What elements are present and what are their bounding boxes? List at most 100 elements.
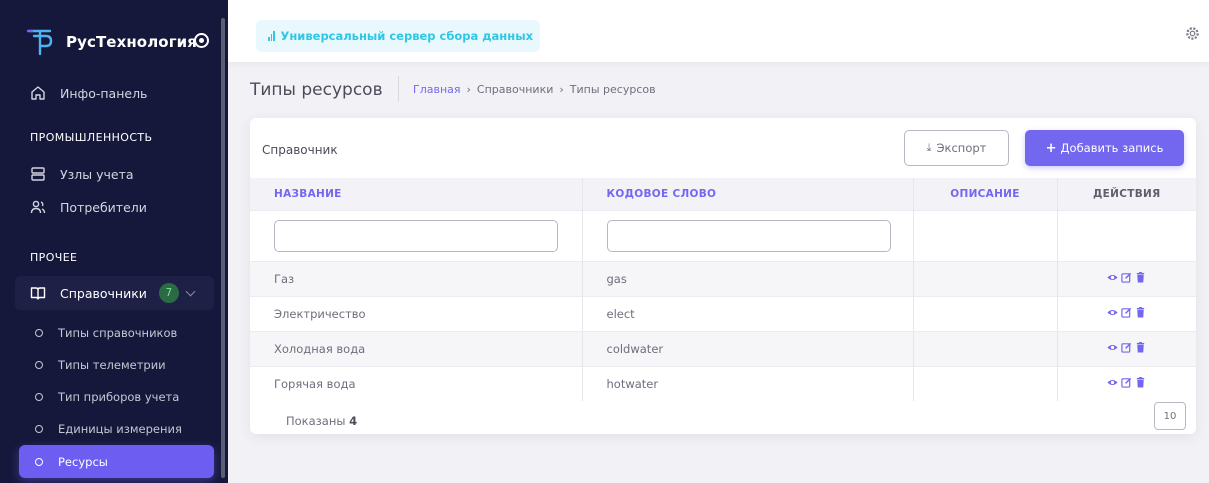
sidebar-subitem-telemetry-types[interactable]: Типы телеметрии <box>24 350 214 380</box>
circle-bullet-icon <box>35 361 43 369</box>
view-icon[interactable] <box>1107 377 1118 388</box>
cell-description <box>913 330 1058 366</box>
cell-actions <box>1057 365 1196 401</box>
sidebar-item-label: Инфо-панель <box>60 85 148 101</box>
bar-chart-icon <box>268 31 275 41</box>
cell-code: gas <box>582 260 914 296</box>
sidebar-subitem-label: Тип приборов учета <box>58 390 180 404</box>
rustech-logo-icon <box>26 29 53 56</box>
column-header-actions: ДЕЙСТВИЯ <box>1057 178 1196 210</box>
cell-name: Газ <box>250 260 583 296</box>
row-actions <box>1107 341 1146 353</box>
edit-icon[interactable] <box>1121 272 1132 283</box>
users-icon <box>30 199 46 215</box>
cell-actions <box>1057 260 1196 296</box>
export-button[interactable]: ⤓ Экспорт <box>904 130 1009 166</box>
circle-bullet-icon <box>35 457 43 466</box>
table-row[interactable]: Электричество elect <box>250 295 1196 331</box>
plus-icon: + <box>1045 140 1057 156</box>
brand-name: РусТехнология <box>66 33 197 51</box>
breadcrumb-separator: › <box>559 82 564 96</box>
name-filter-input[interactable] <box>274 219 558 252</box>
sidebar-subitem-directory-types[interactable]: Типы справочников <box>24 318 214 348</box>
delete-icon[interactable] <box>1135 376 1146 388</box>
radio-toggle-icon[interactable] <box>194 33 209 48</box>
row-actions <box>1107 306 1146 318</box>
pagination-summary: Показаны 4 <box>286 414 357 428</box>
sidebar-subitem-label: Ресурсы <box>58 454 108 469</box>
row-actions <box>1107 271 1146 283</box>
breadcrumb-separator: › <box>466 82 471 96</box>
sidebar-item-consumers[interactable]: Потребители <box>0 190 214 224</box>
sidebar-item-info-panel[interactable]: Инфо-панель <box>0 76 214 110</box>
cell-code: coldwater <box>582 330 914 366</box>
view-icon[interactable] <box>1107 342 1118 353</box>
table-row[interactable]: Холодная вода coldwater <box>250 330 1196 366</box>
download-icon: ⤓ <box>926 141 932 154</box>
view-icon[interactable] <box>1107 272 1118 283</box>
sidebar-item-directories[interactable]: Справочники 7 <box>15 276 214 310</box>
table-row[interactable]: Горячая вода hotwater <box>250 365 1196 401</box>
circle-bullet-icon <box>35 329 43 337</box>
column-header-name[interactable]: НАЗВАНИЕ <box>250 178 583 210</box>
breadcrumb-home-link[interactable]: Главная <box>413 83 461 96</box>
sidebar-item-label: Узлы учета <box>60 166 134 182</box>
directory-card: Справочник ⤓ Экспорт + Добавить запись Н… <box>250 118 1196 434</box>
section-label-industry: ПРОМЫШЛЕННОСТЬ <box>30 131 153 144</box>
section-label-other: ПРОЧЕЕ <box>30 251 78 264</box>
filter-row <box>250 209 1196 261</box>
view-icon[interactable] <box>1107 307 1118 318</box>
table-row[interactable]: Газ gas <box>250 260 1196 296</box>
sidebar-subitem-units[interactable]: Единицы измерения <box>24 414 214 444</box>
cell-description <box>913 295 1058 331</box>
edit-icon[interactable] <box>1121 307 1132 318</box>
breadcrumb-current: Типы ресурсов <box>569 82 656 96</box>
breadcrumb: Главная › Справочники › Типы ресурсов <box>398 76 656 102</box>
circle-bullet-icon <box>35 393 43 401</box>
row-actions <box>1107 376 1146 388</box>
cell-name: Электричество <box>250 295 583 331</box>
cell-description <box>913 365 1058 401</box>
home-icon <box>30 85 46 101</box>
shown-count: 4 <box>349 414 358 428</box>
cell-actions <box>1057 330 1196 366</box>
sidebar-item-nodes[interactable]: Узлы учета <box>0 157 214 191</box>
brand[interactable]: РусТехнология <box>26 26 197 58</box>
cell-code: elect <box>582 295 914 331</box>
chevron-down-icon <box>185 286 196 296</box>
delete-icon[interactable] <box>1135 271 1146 283</box>
server-icon <box>30 166 46 182</box>
edit-icon[interactable] <box>1121 342 1132 353</box>
cell-name: Горячая вода <box>250 365 583 401</box>
edit-icon[interactable] <box>1121 377 1132 388</box>
card-title: Справочник <box>262 143 338 157</box>
cell-code: hotwater <box>582 365 914 401</box>
per-page-select[interactable]: 10 <box>1154 402 1186 430</box>
breadcrumb-directories-link[interactable]: Справочники <box>477 83 553 96</box>
sidebar-scrollbar[interactable] <box>221 18 225 478</box>
page-title: Типы ресурсов <box>250 80 383 100</box>
sidebar-subitem-resources[interactable]: Ресурсы <box>19 445 214 478</box>
sidebar-subitem-meter-types[interactable]: Тип приборов учета <box>24 382 214 412</box>
server-chip-label: Универсальный сервер сбора данных <box>280 29 534 43</box>
delete-icon[interactable] <box>1135 341 1146 353</box>
delete-icon[interactable] <box>1135 306 1146 318</box>
cell-name: Холодная вода <box>250 330 583 366</box>
export-button-label: Экспорт <box>936 141 987 155</box>
cell-actions <box>1057 295 1196 331</box>
table-header-row: НАЗВАНИЕ КОДОВОЕ СЛОВО ОПИСАНИЕ ДЕЙСТВИЯ <box>250 178 1196 210</box>
cell-description <box>913 260 1058 296</box>
column-header-description[interactable]: ОПИСАНИЕ <box>913 178 1058 210</box>
top-header: Универсальный сервер сбора данных <box>228 0 1209 62</box>
gear-icon[interactable] <box>1185 26 1200 41</box>
circle-bullet-icon <box>35 425 43 433</box>
sidebar: РусТехнология Инфо-панель ПРОМЫШЛЕННОСТЬ… <box>0 0 228 483</box>
column-header-code[interactable]: КОДОВОЕ СЛОВО <box>582 178 914 210</box>
sidebar-item-label: Потребители <box>60 199 147 215</box>
server-chip[interactable]: Универсальный сервер сбора данных <box>256 20 540 52</box>
sidebar-subitem-label: Типы телеметрии <box>58 358 166 372</box>
sidebar-subitem-label: Единицы измерения <box>58 422 182 436</box>
add-record-button[interactable]: + Добавить запись <box>1025 130 1184 166</box>
sidebar-item-label: Справочники <box>60 285 147 301</box>
code-filter-input[interactable] <box>606 219 891 252</box>
